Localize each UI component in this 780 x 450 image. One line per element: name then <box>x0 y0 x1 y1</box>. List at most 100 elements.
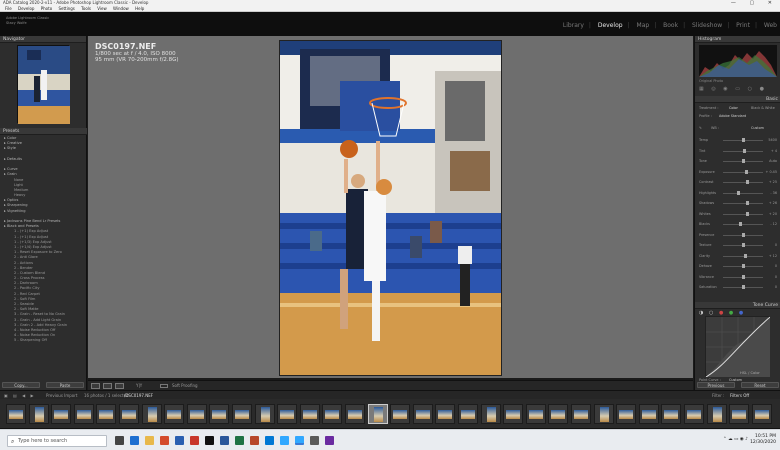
filmstrip-thumbnail[interactable] <box>367 404 388 424</box>
slider-exposure[interactable]: Exposure + 0.45 <box>699 169 777 175</box>
filmstrip-thumbnail[interactable] <box>729 404 750 424</box>
filmstrip-thumbnail[interactable] <box>684 404 704 424</box>
clock-date[interactable]: 12/30/2020 <box>750 440 776 446</box>
app-icon-red[interactable] <box>190 436 199 445</box>
app-icon-dark[interactable] <box>205 436 214 445</box>
slider-knob[interactable] <box>745 211 749 216</box>
filmstrip-thumbnail[interactable] <box>186 404 207 424</box>
eyedropper-icon[interactable]: ✎ <box>699 126 702 130</box>
tray-icons[interactable]: ⌃ ☁ ▭ ◉ ♪ <box>723 437 748 443</box>
filmstrip-thumbnail[interactable] <box>209 404 230 424</box>
lightroom-icon[interactable] <box>295 436 304 445</box>
red-eye-icon[interactable]: ◉ <box>723 86 730 92</box>
menu-view[interactable]: View <box>97 6 107 11</box>
filmstrip-thumbnail[interactable] <box>480 404 501 424</box>
filmstrip-thumbnail[interactable] <box>616 404 637 424</box>
slider-presence[interactable]: Presence <box>699 232 777 238</box>
slider-value[interactable]: + 4 <box>771 149 777 153</box>
slider-knob[interactable] <box>743 148 747 153</box>
filmstrip-thumbnail[interactable] <box>6 404 26 424</box>
paste-settings-button[interactable]: Paste <box>46 382 84 388</box>
filmstrip-thumbnail[interactable] <box>638 404 659 424</box>
slider-dehaze[interactable]: Dehaze 0 <box>699 264 777 269</box>
module-book[interactable]: Book <box>663 22 678 29</box>
filmstrip-thumbnail[interactable] <box>345 404 365 424</box>
menu-help[interactable]: Help <box>135 6 144 11</box>
slider-value[interactable]: - 36 <box>770 191 777 195</box>
menu-settings[interactable]: Settings <box>58 6 74 11</box>
copy-settings-button[interactable]: Copy... <box>2 382 40 388</box>
slider-knob[interactable] <box>741 274 745 279</box>
filmstrip-thumbnail[interactable] <box>141 404 162 424</box>
word-icon[interactable] <box>220 436 229 445</box>
hsl-header[interactable]: HSL / Color <box>740 371 760 375</box>
filmstrip-thumbnail[interactable] <box>503 404 524 424</box>
chrome-icon[interactable] <box>160 436 169 445</box>
wb-value[interactable]: Custom <box>751 126 764 130</box>
tone-curve-header[interactable]: Tone Curve <box>695 302 780 309</box>
slider-tone[interactable]: Tone Auto <box>699 159 777 164</box>
previous-button[interactable]: Previous <box>697 382 735 388</box>
slider-clarity[interactable]: Clarity + 12 <box>699 253 777 259</box>
filmstrip-thumbnail[interactable] <box>232 404 252 424</box>
module-map[interactable]: Map <box>637 22 650 29</box>
spot-removal-icon[interactable]: ◎ <box>711 86 718 92</box>
taskbar-search[interactable]: ⌕ Type here to search <box>7 435 107 447</box>
task-view-icon[interactable] <box>115 436 124 445</box>
filmstrip-thumbnail[interactable] <box>28 404 49 424</box>
radial-filter-icon[interactable]: ○ <box>748 86 755 92</box>
filmstrip-thumbnail[interactable] <box>571 404 591 424</box>
menu-tools[interactable]: Tools <box>81 6 91 11</box>
edge-icon[interactable] <box>130 436 139 445</box>
menu-photo[interactable]: Photo <box>41 6 52 11</box>
treatment-color[interactable]: Color <box>729 106 738 110</box>
slider-value[interactable]: Auto <box>769 159 777 163</box>
slider-texture[interactable]: Texture 0 <box>699 243 777 248</box>
loupe-view-button[interactable] <box>91 383 100 389</box>
module-web[interactable]: Web <box>764 22 777 29</box>
slider-blacks[interactable]: Blacks - 12 <box>699 222 777 227</box>
slider-track[interactable] <box>723 171 763 173</box>
menu-window[interactable]: Window <box>113 6 129 11</box>
slider-knob[interactable] <box>744 169 748 174</box>
slider-knob[interactable] <box>739 222 743 226</box>
module-develop[interactable]: Develop <box>598 22 623 29</box>
filmstrip-thumbnail[interactable] <box>593 404 614 424</box>
slider-knob[interactable] <box>741 159 745 163</box>
filmstrip-thumbnail[interactable] <box>299 404 320 424</box>
mail-icon[interactable] <box>175 436 184 445</box>
slider-knob[interactable] <box>736 190 740 195</box>
slider-value[interactable]: 5400 <box>768 138 777 142</box>
profile-value[interactable]: Adobe Standard <box>719 114 746 118</box>
menu-develop[interactable]: Develop <box>18 6 34 11</box>
slider-value[interactable]: 0 <box>775 243 777 247</box>
module-print[interactable]: Print <box>736 22 750 29</box>
slider-value[interactable]: 0 <box>775 285 777 289</box>
filmstrip-thumbnail[interactable] <box>548 404 569 424</box>
slider-temp[interactable]: Temp 5400 <box>699 138 777 143</box>
slider-shadows[interactable]: Shadows + 26 <box>699 201 777 206</box>
brush-icon[interactable]: ● <box>760 86 767 92</box>
filmstrip-thumbnail[interactable] <box>435 404 456 424</box>
filmstrip-thumbnail[interactable] <box>51 404 72 424</box>
filmstrip-thumbnail[interactable] <box>96 404 117 424</box>
filmstrip-thumbnail[interactable] <box>322 404 343 424</box>
slider-knob[interactable] <box>745 180 749 184</box>
histogram-header[interactable]: Histogram <box>695 36 780 43</box>
slider-track[interactable] <box>723 203 763 204</box>
filmstrip-thumbnail[interactable] <box>458 404 478 424</box>
treatment-bw[interactable]: Black & White <box>751 106 775 110</box>
presets-header[interactable]: Presets <box>0 128 87 135</box>
slider-value[interactable]: - 12 <box>770 222 777 226</box>
outlook-icon[interactable] <box>265 436 274 445</box>
before-after-button[interactable] <box>103 383 112 389</box>
slider-track[interactable] <box>723 213 763 215</box>
file-explorer-icon[interactable] <box>145 436 154 445</box>
reset-button[interactable]: Reset <box>741 382 779 388</box>
slider-vibrance[interactable]: Vibrance 0 <box>699 274 777 280</box>
powerpoint-icon[interactable] <box>250 436 259 445</box>
slider-value[interactable]: 0 <box>775 275 777 279</box>
filmstrip-thumbnail[interactable] <box>119 404 139 424</box>
slider-whites[interactable]: Whites + 20 <box>699 211 777 217</box>
filmstrip-thumbnail[interactable] <box>277 404 298 424</box>
